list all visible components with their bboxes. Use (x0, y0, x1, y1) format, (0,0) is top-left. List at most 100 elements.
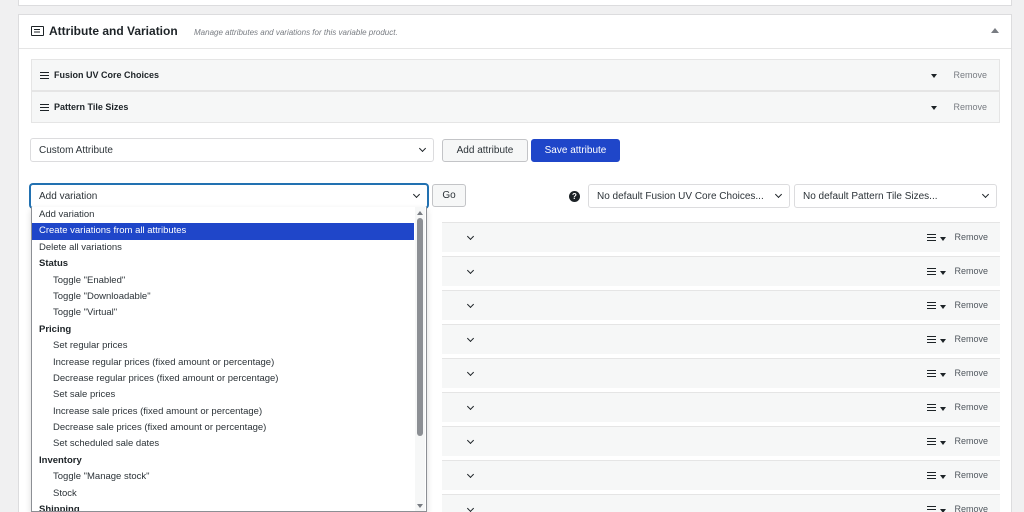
chevron-down-icon[interactable] (466, 436, 475, 445)
remove-variation-link[interactable]: Remove (954, 232, 988, 242)
dropdown-option[interactable]: Increase sale prices (fixed amount or pe… (32, 404, 426, 420)
drag-handle-icon[interactable] (927, 336, 936, 343)
variation-row[interactable]: Remove (442, 494, 1000, 512)
chevron-down-icon (412, 190, 421, 199)
attribute-row[interactable]: Fusion UV Core Choices Remove (31, 59, 1000, 91)
scroll-down-icon[interactable] (417, 504, 423, 508)
remove-variation-link[interactable]: Remove (954, 470, 988, 480)
dropdown-option[interactable]: Set scheduled sale dates (32, 436, 426, 452)
go-button[interactable]: Go (432, 184, 466, 207)
add-attribute-button[interactable]: Add attribute (442, 139, 528, 162)
drag-handle-icon[interactable] (927, 302, 936, 309)
chevron-down-icon (774, 190, 783, 199)
dropdown-option[interactable]: Increase regular prices (fixed amount or… (32, 355, 426, 371)
drag-handle-icon[interactable] (927, 370, 936, 377)
drag-handle-icon[interactable] (40, 104, 49, 111)
chevron-down-icon[interactable] (466, 470, 475, 479)
panel-header[interactable]: Attribute and Variation Manage attribute… (19, 15, 1011, 49)
expand-caret-icon[interactable] (940, 407, 946, 411)
expand-caret-icon[interactable] (940, 475, 946, 479)
expand-caret-icon[interactable] (940, 339, 946, 343)
save-attribute-button[interactable]: Save attribute (531, 139, 620, 162)
dropdown-scrollbar[interactable] (415, 207, 425, 511)
scroll-up-icon[interactable] (417, 211, 423, 215)
expand-caret-icon[interactable] (931, 106, 937, 110)
dropdown-option[interactable]: Decrease sale prices (fixed amount or pe… (32, 420, 426, 436)
dropdown-option[interactable]: Set sale prices (32, 387, 426, 403)
expand-caret-icon[interactable] (931, 74, 937, 78)
variation-row[interactable]: Remove (442, 256, 1000, 286)
remove-attribute-link[interactable]: Remove (953, 102, 987, 112)
variation-row[interactable]: Remove (442, 358, 1000, 388)
expand-caret-icon[interactable] (940, 305, 946, 309)
chevron-down-icon (981, 190, 990, 199)
default-tile-size-value: No default Pattern Tile Sizes... (803, 191, 938, 202)
variation-action-select[interactable]: Add variation (30, 184, 428, 208)
chevron-down-icon[interactable] (466, 300, 475, 309)
remove-variation-link[interactable]: Remove (954, 368, 988, 378)
panel-title: Attribute and Variation (49, 24, 178, 38)
dropdown-option[interactable]: Toggle "Enabled" (32, 273, 426, 289)
dropdown-option[interactable]: Stock (32, 486, 426, 502)
drag-handle-icon[interactable] (927, 438, 936, 445)
variation-row[interactable]: Remove (442, 324, 1000, 354)
expand-caret-icon[interactable] (940, 373, 946, 377)
drag-handle-icon[interactable] (927, 506, 936, 512)
attribute-name: Pattern Tile Sizes (54, 102, 129, 112)
attribute-row[interactable]: Pattern Tile Sizes Remove (31, 91, 1000, 123)
drag-handle-icon[interactable] (927, 268, 936, 275)
attribute-type-value: Custom Attribute (39, 145, 113, 156)
question-icon[interactable]: ? (569, 191, 580, 202)
variation-row[interactable]: Remove (442, 290, 1000, 320)
drag-handle-icon[interactable] (927, 404, 936, 411)
remove-variation-link[interactable]: Remove (954, 504, 988, 512)
chevron-down-icon[interactable] (466, 266, 475, 275)
chevron-down-icon[interactable] (466, 402, 475, 411)
panel-description: Manage attributes and variations for thi… (194, 28, 398, 37)
drag-handle-icon[interactable] (927, 234, 936, 241)
dropdown-group-label: Pricing (39, 323, 72, 335)
default-tile-size-select[interactable]: No default Pattern Tile Sizes... (794, 184, 997, 208)
dropdown-option[interactable]: Toggle "Downloadable" (32, 289, 426, 305)
variation-row[interactable]: Remove (442, 460, 1000, 490)
remove-variation-link[interactable]: Remove (954, 334, 988, 344)
dropdown-option[interactable]: Decrease regular prices (fixed amount or… (32, 371, 426, 387)
dropdown-group-label: Status (39, 258, 69, 270)
variation-row[interactable]: Remove (442, 426, 1000, 456)
dropdown-option[interactable]: Add variation (32, 207, 426, 223)
chevron-down-icon[interactable] (466, 334, 475, 343)
chevron-down-icon[interactable] (466, 368, 475, 377)
remove-attribute-link[interactable]: Remove (953, 70, 987, 80)
chevron-down-icon[interactable] (466, 504, 475, 512)
dropdown-group-label: Shipping (39, 504, 80, 512)
variation-action-value: Add variation (39, 191, 98, 202)
dropdown-option[interactable]: Toggle "Manage stock" (32, 469, 426, 485)
dropdown-option[interactable]: Delete all variations (32, 240, 426, 256)
dropdown-group-label: Inventory (39, 454, 82, 466)
variation-action-dropdown[interactable]: Add variation Create variations from all … (31, 207, 427, 512)
drag-handle-icon[interactable] (40, 72, 49, 79)
chevron-down-icon (418, 144, 427, 153)
default-core-choice-value: No default Fusion UV Core Choices... (597, 191, 764, 202)
attribute-type-select[interactable]: Custom Attribute (30, 138, 434, 162)
variation-row[interactable]: Remove (442, 392, 1000, 422)
chevron-down-icon[interactable] (466, 232, 475, 241)
expand-caret-icon[interactable] (940, 271, 946, 275)
attribute-name: Fusion UV Core Choices (54, 70, 160, 80)
remove-variation-link[interactable]: Remove (954, 402, 988, 412)
dropdown-option[interactable]: Toggle "Virtual" (32, 305, 426, 321)
remove-variation-link[interactable]: Remove (954, 436, 988, 446)
list-icon (31, 26, 44, 36)
scroll-thumb[interactable] (417, 218, 423, 436)
variation-row[interactable]: Remove (442, 222, 1000, 252)
dropdown-option[interactable]: Create variations from all attributes (32, 223, 414, 240)
collapse-toggle-icon[interactable] (991, 28, 999, 33)
previous-panel-edge (18, 0, 1012, 6)
remove-variation-link[interactable]: Remove (954, 300, 988, 310)
drag-handle-icon[interactable] (927, 472, 936, 479)
dropdown-option[interactable]: Set regular prices (32, 338, 426, 354)
remove-variation-link[interactable]: Remove (954, 266, 988, 276)
expand-caret-icon[interactable] (940, 237, 946, 241)
default-core-choice-select[interactable]: No default Fusion UV Core Choices... (588, 184, 790, 208)
expand-caret-icon[interactable] (940, 441, 946, 445)
